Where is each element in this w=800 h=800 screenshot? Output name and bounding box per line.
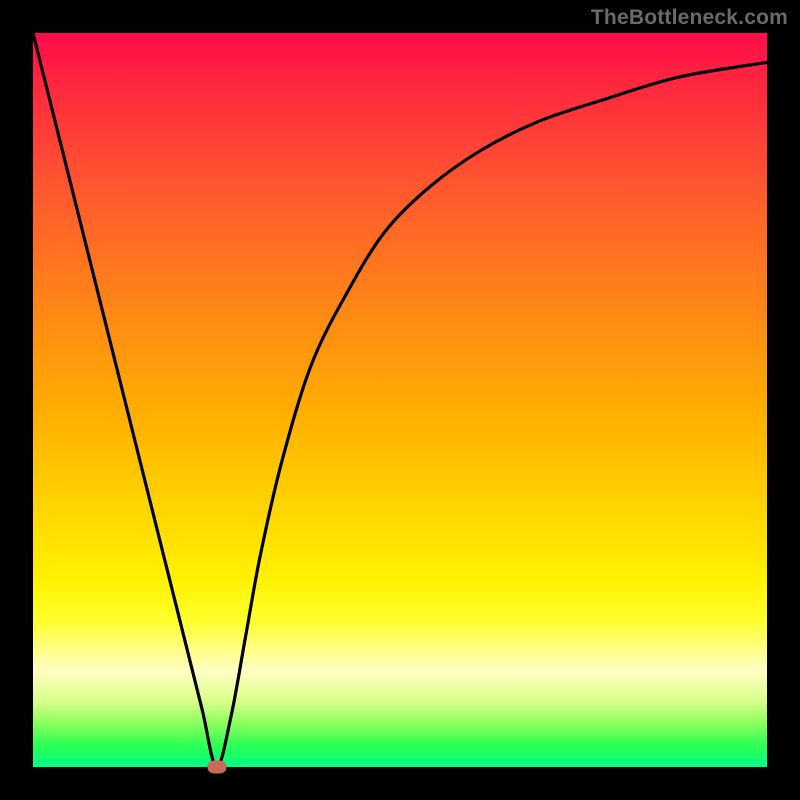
- watermark-text: TheBottleneck.com: [591, 6, 788, 30]
- plot-area: [33, 33, 767, 767]
- chart-frame: TheBottleneck.com: [0, 0, 800, 800]
- bottleneck-curve: [33, 33, 767, 767]
- curve-path: [33, 33, 767, 767]
- optimum-marker: [207, 761, 226, 774]
